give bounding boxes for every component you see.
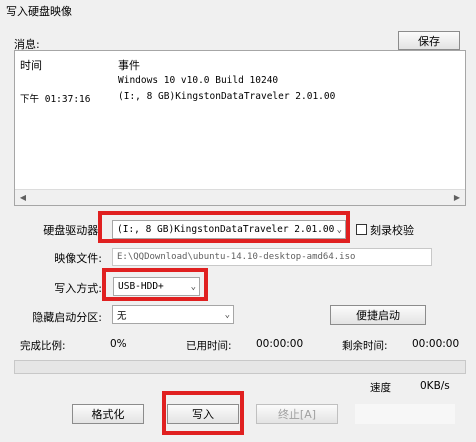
horizontal-scrollbar[interactable]: ◀ ▶ [15,189,465,205]
format-button[interactable]: 格式化 [72,404,144,424]
write-method-select[interactable]: USB-HDD+ ⌄ [113,277,200,296]
chevron-down-icon: ⌄ [224,309,230,320]
log-header-time: 时间 [20,59,42,72]
completion-value: 0% [110,338,127,350]
drive-select-value: (I:, 8 GB)KingstonDataTraveler 2.01.00 [117,224,335,235]
message-log[interactable]: 时间 事件 Windows 10 v10.0 Build 10240 下午 01… [14,50,466,206]
image-file-field[interactable]: E:\QQDownload\ubuntu-14.10-desktop-amd64… [112,248,432,266]
hidden-partition-label: 隐藏启动分区: [32,311,102,324]
hidden-partition-select[interactable]: 无 ⌄ [112,305,234,324]
speed-value: 0KB/s [420,380,450,392]
remaining-value: 00:00:00 [412,338,460,350]
progress-bar [14,360,466,374]
log-time: 下午 01:37:16 [20,94,91,105]
drive-label: 硬盘驱动器: [43,224,102,237]
chevron-down-icon: ⌄ [190,281,196,292]
speed-label: 速度 [370,382,391,394]
log-event: Windows 10 v10.0 Build 10240 [118,75,279,86]
drive-select[interactable]: (I:, 8 GB)KingstonDataTraveler 2.01.00 ⌄ [112,220,346,239]
remaining-label: 剩余时间: [342,340,388,352]
stop-button[interactable]: 终止[A] [256,404,338,424]
elapsed-value: 00:00:00 [256,338,304,350]
chevron-down-icon: ⌄ [336,224,342,235]
completion-label: 完成比例: [20,340,66,352]
save-button[interactable]: 保存 [398,31,460,50]
verify-checkbox[interactable] [356,224,367,235]
scroll-right-icon[interactable]: ▶ [449,190,465,205]
hidden-partition-select-value: 无 [117,310,127,322]
write-method-select-value: USB-HDD+ [118,281,164,292]
window-title: 写入硬盘映像 [6,5,72,18]
scroll-left-icon[interactable]: ◀ [15,190,31,205]
image-file-label: 映像文件: [54,252,102,265]
elapsed-label: 已用时间: [186,340,232,352]
write-method-label: 写入方式: [54,282,102,295]
write-button[interactable]: 写入 [167,404,239,424]
log-event: (I:, 8 GB)KingstonDataTraveler 2.01.00 [118,91,336,102]
verify-label: 刻录校验 [370,224,414,237]
log-header-event: 事件 [118,59,140,72]
blank-area [355,404,455,424]
quick-boot-button[interactable]: 便捷启动 [330,305,426,325]
